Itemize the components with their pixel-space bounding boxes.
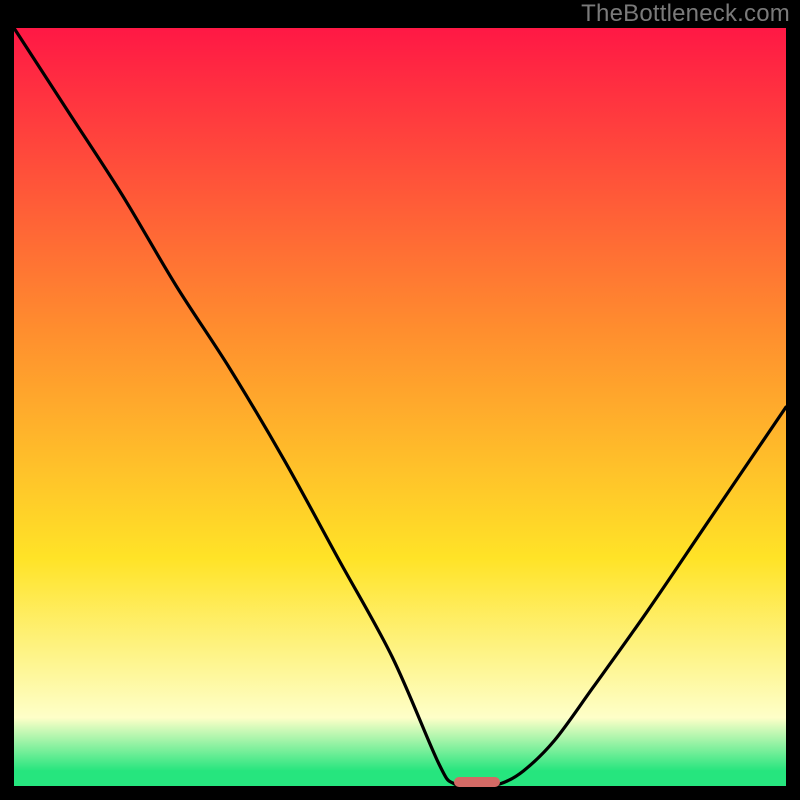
operating-point-marker: [454, 777, 500, 787]
chart-frame: TheBottleneck.com: [0, 0, 800, 800]
chart-svg: [14, 28, 786, 786]
watermark-text: TheBottleneck.com: [581, 0, 790, 28]
plot-area: [14, 28, 786, 786]
